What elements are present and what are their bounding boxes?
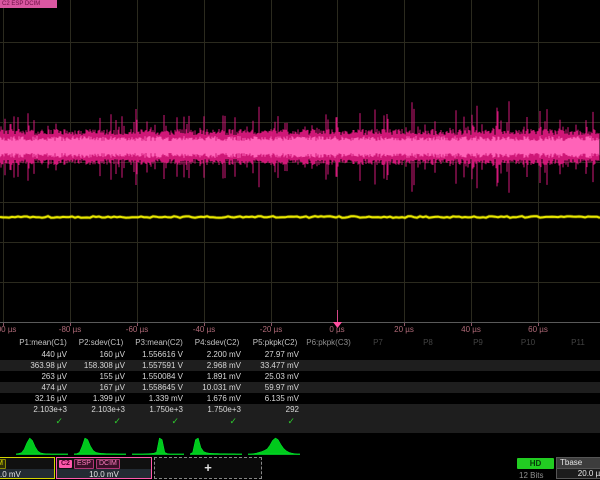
status-check-icon: ✓ (72, 415, 130, 433)
c1-tag-dcim: DCIM (0, 459, 6, 469)
measure-max: 474 µV (14, 382, 72, 393)
status-check-icon: ✓ (14, 415, 72, 433)
measure-max: 59.97 mV (246, 382, 304, 393)
measure-sdev: 1.339 mV (130, 393, 188, 404)
hd-bits-label: 12 Bits (519, 471, 543, 480)
measure-sdev: 32.16 µV (14, 393, 72, 404)
measure-num: 2.103e+3 (14, 404, 72, 415)
measure-column-p5: P5:pkpk(C2)27.97 mV33.477 mV25.03 mV59.9… (246, 337, 304, 433)
measure-header[interactable]: P1:mean(C1) (14, 337, 72, 349)
measure-num: 1.750e+3 (130, 404, 188, 415)
measure-max: 1.558645 V (130, 382, 188, 393)
status-check-icon: ✓ (188, 415, 246, 433)
c1-vertical-scale: 50.0 mV (0, 469, 54, 479)
measure-mean: 158.308 µV (72, 360, 130, 371)
measure-min: 263 µV (14, 371, 72, 382)
measure-min: 25.03 mV (246, 371, 304, 382)
measurement-table: P1:mean(C1)440 µV363.98 µV263 µV474 µV32… (0, 337, 600, 433)
time-axis-labels: -100 µs-80 µs-60 µs-40 µs-20 µs0 µs20 µs… (0, 325, 548, 334)
time-tick-label: -80 µs (59, 325, 81, 334)
measure-header[interactable]: P6:pkpk(C3) (304, 337, 353, 349)
measure-header[interactable]: P4:sdev(C2) (188, 337, 246, 349)
c2-tag-dcim: DCIM (96, 459, 120, 469)
measure-sdev: 6.135 mV (246, 393, 304, 404)
time-tick-label: 60 µs (528, 325, 548, 334)
time-tick-label: 20 µs (394, 325, 414, 334)
measure-column-p8: P8 (403, 337, 453, 433)
measure-max: 167 µV (72, 382, 130, 393)
timebase-value: 20.0 µs (557, 469, 600, 479)
timebase-title: Tbase (557, 458, 600, 469)
histicon-strip (0, 433, 600, 458)
time-tick-label: -100 µs (0, 325, 16, 334)
add-trace-button[interactable]: + (154, 457, 262, 479)
c2-tags: C2 ESP DCIM (57, 458, 151, 469)
measure-column-p1: P1:mean(C1)440 µV363.98 µV263 µV474 µV32… (14, 337, 72, 433)
measure-header[interactable]: P11 (553, 337, 600, 349)
measure-header[interactable]: P2:sdev(C1) (72, 337, 130, 349)
timebase-descriptor[interactable]: Tbase 20.0 µs (556, 457, 600, 479)
measure-mean: 33.477 mV (246, 360, 304, 371)
measure-column-p7: P7 (353, 337, 403, 433)
measure-column-p2: P2:sdev(C1)160 µV158.308 µV155 µV167 µV1… (72, 337, 130, 433)
measure-num: 292 (246, 404, 304, 415)
hd-mode-badge[interactable]: HD (517, 458, 554, 469)
measure-value: 27.97 mV (246, 349, 304, 360)
histicon-p5[interactable] (248, 438, 300, 455)
waveform-c2[interactable] (0, 101, 599, 192)
measure-header[interactable]: P5:pkpk(C2) (246, 337, 304, 349)
time-tick-label: -20 µs (260, 325, 282, 334)
measure-header[interactable]: P9 (453, 337, 503, 349)
bottom-descriptor-bar: ESP DCIM 50.0 mV C2 ESP DCIM 10.0 mV + H… (0, 457, 600, 480)
measure-sdev: 1.399 µV (72, 393, 130, 404)
histicon-p2[interactable] (74, 438, 126, 455)
c2-tag-esp: ESP (74, 459, 94, 469)
time-tick-label: -40 µs (193, 325, 215, 334)
measure-sdev: 1.676 mV (188, 393, 246, 404)
c2-channel-label: C2 (59, 460, 72, 468)
channel-descriptor-c1[interactable]: ESP DCIM 50.0 mV (0, 457, 55, 479)
waveform-c1[interactable] (0, 216, 600, 218)
measure-column-p11: P11 (553, 337, 600, 433)
measure-min: 155 µV (72, 371, 130, 382)
measure-column-p6: P6:pkpk(C3) (304, 337, 353, 433)
measure-num: 2.103e+3 (72, 404, 130, 415)
measure-header[interactable]: P8 (403, 337, 453, 349)
status-check-icon: ✓ (246, 415, 304, 433)
measure-header[interactable]: P3:mean(C2) (130, 337, 188, 349)
histicon-p3[interactable] (132, 438, 184, 455)
measure-min: 1.550084 V (130, 371, 188, 382)
histicon-p1[interactable] (16, 438, 68, 455)
measure-column-p10: P10 (503, 337, 553, 433)
measure-header[interactable]: P7 (353, 337, 403, 349)
oscilloscope-screen: -100 µs-80 µs-60 µs-40 µs-20 µs0 µs20 µs… (0, 0, 600, 480)
measure-column-p3: P3:mean(C2)1.556616 V1.557591 V1.550084 … (130, 337, 188, 433)
c1-tags: ESP DCIM (0, 458, 54, 469)
measure-mean: 1.557591 V (130, 360, 188, 371)
measure-mean: 363.98 µV (14, 360, 72, 371)
measure-value: 440 µV (14, 349, 72, 360)
measure-header[interactable]: P10 (503, 337, 553, 349)
channel-descriptor-c2[interactable]: C2 ESP DCIM 10.0 mV (56, 457, 152, 479)
plus-icon: + (204, 460, 212, 475)
measure-mean: 2.968 mV (188, 360, 246, 371)
measure-value: 1.556616 V (130, 349, 188, 360)
measure-num: 1.750e+3 (188, 404, 246, 415)
time-tick-label: 40 µs (461, 325, 481, 334)
waveform-plot-area: -100 µs-80 µs-60 µs-40 µs-20 µs0 µs20 µs… (0, 0, 600, 337)
histicon-p4[interactable] (190, 438, 242, 455)
measure-value: 2.200 mV (188, 349, 246, 360)
status-check-icon: ✓ (130, 415, 188, 433)
measure-min: 1.891 mV (188, 371, 246, 382)
measure-column-p4: P4:sdev(C2)2.200 mV2.968 mV1.891 mV10.03… (188, 337, 246, 433)
c2-vertical-scale: 10.0 mV (57, 469, 151, 479)
measure-max: 10.031 mV (188, 382, 246, 393)
trace-annotation-badge: C2 ESP DCIM (0, 0, 57, 8)
measure-column-p9: P9 (453, 337, 503, 433)
time-tick-label: -60 µs (126, 325, 148, 334)
measure-value: 160 µV (72, 349, 130, 360)
